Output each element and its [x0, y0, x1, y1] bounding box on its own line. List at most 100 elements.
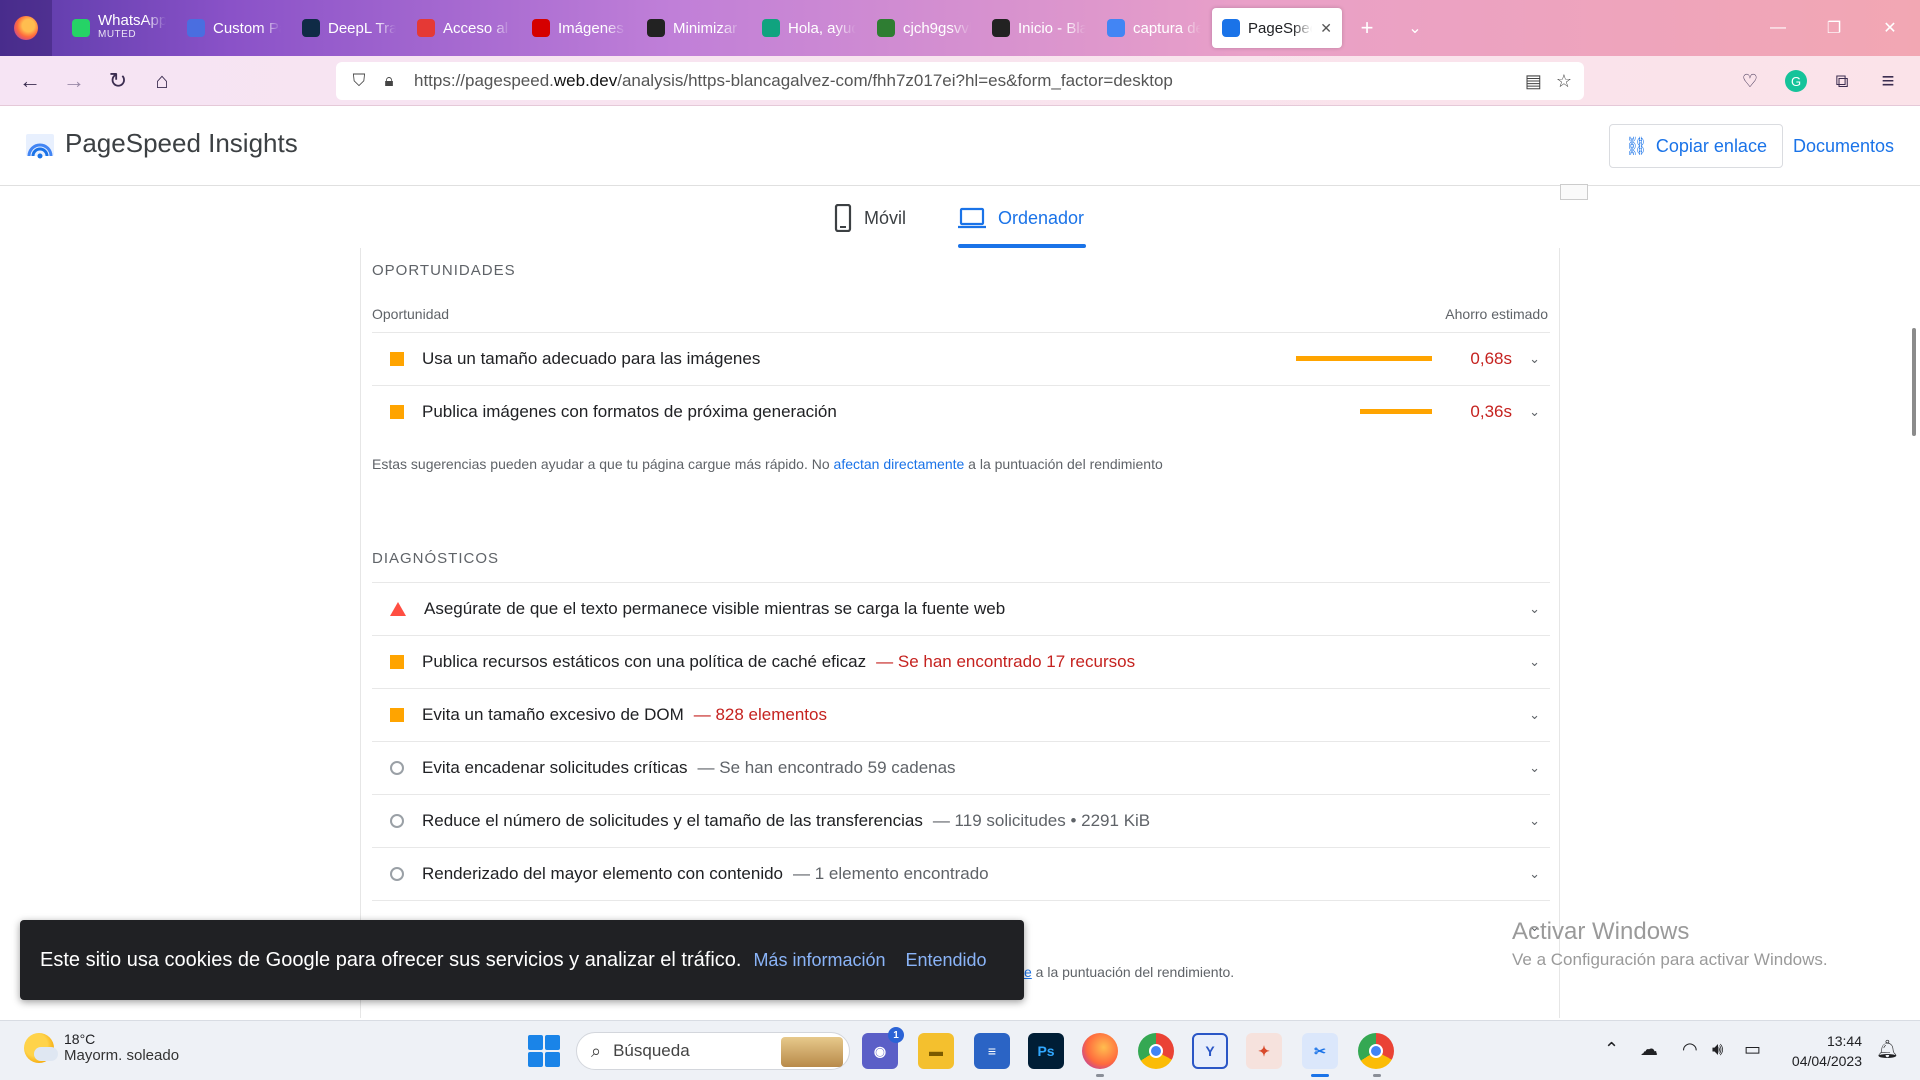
link-icon: ⛓	[1625, 135, 1648, 156]
browser-tab-title: Custom Pain	[213, 20, 281, 37]
close-tab-icon[interactable]: ✕	[1320, 20, 1332, 37]
close-window-button[interactable]: ✕	[1862, 0, 1918, 56]
chevron-down-icon[interactable]: ⌄	[1529, 654, 1540, 670]
search-placeholder: Búsqueda	[613, 1041, 690, 1060]
browser-tab-title: DeepL Transl	[328, 20, 396, 37]
cookie-accept-button[interactable]: Entendido	[905, 950, 986, 971]
app-menu-icon[interactable]: ≡	[1868, 63, 1908, 99]
browser-tab[interactable]: captura de p	[1097, 8, 1211, 48]
browser-tab-label: Custom Pain	[213, 19, 281, 37]
volume-icon[interactable]: 🔊︎	[1712, 1039, 1723, 1060]
system-clock[interactable]: 13:44 04/04/2023	[1776, 1031, 1862, 1071]
diagnostic-row[interactable]: Evita encadenar solicitudes críticas — Se…	[372, 741, 1550, 793]
file-explorer-icon[interactable]: ▬	[918, 1033, 954, 1069]
extensions-icon[interactable]: ⧉	[1822, 63, 1862, 99]
browser-tab[interactable]: WhatsApp MUTED	[62, 8, 176, 48]
browser-tab[interactable]: Minimizar | V	[637, 8, 751, 48]
home-button[interactable]: ⌂	[140, 63, 184, 99]
diagnostic-row[interactable]: Evita un tamaño excesivo de DOM — 828 ele…	[372, 688, 1550, 740]
chevron-down-icon[interactable]: ⌄	[1529, 351, 1540, 367]
restore-window-button[interactable]: ❐	[1806, 0, 1862, 56]
note-text-before: Estas sugerencias pueden ayudar a que tu…	[372, 456, 834, 472]
lock-icon[interactable]: 🔒︎	[374, 71, 404, 91]
url-bar[interactable]: ⛉ 🔒︎ https://pagespeed.web.dev/analysis/…	[336, 62, 1584, 100]
resize-handle-icon[interactable]	[1560, 184, 1588, 200]
chrome-icon[interactable]	[1138, 1033, 1174, 1069]
browser-tab[interactable]: DeepL Transl	[292, 8, 406, 48]
onedrive-cloud-icon[interactable]: ☁	[1640, 1039, 1658, 1060]
browser-tab-label: Hola, ayuda!	[788, 19, 856, 37]
browser-tab[interactable]: cjch9gsvvk's	[867, 8, 981, 48]
browser-tab[interactable]: Imágenes op	[522, 8, 636, 48]
chevron-down-icon[interactable]: ⌄	[1529, 404, 1540, 420]
google-icon	[1107, 19, 1125, 37]
chevron-down-icon[interactable]: ⌄	[1529, 866, 1540, 882]
browser-tab[interactable]: Hola, ayuda!	[752, 8, 866, 48]
url-text[interactable]: https://pagespeed.web.dev/analysis/https…	[414, 71, 1173, 91]
show-hidden-icons-chevron-icon[interactable]: ⌃	[1604, 1039, 1619, 1060]
firefox-taskbar-icon[interactable]	[1082, 1033, 1118, 1069]
average-square-icon	[390, 707, 404, 722]
new-tab-button[interactable]: +	[1343, 8, 1391, 48]
chrome-profile-icon[interactable]	[1358, 1033, 1394, 1069]
puzzle-icon	[877, 19, 895, 37]
chevron-down-icon[interactable]: ⌄	[1529, 813, 1540, 829]
browser-tab-label: Imágenes op	[558, 19, 626, 37]
notifications-bell-icon[interactable]: 🔔︎	[1876, 1039, 1899, 1060]
diagnostic-row[interactable]: Reduce el número de solicitudes y el tam…	[372, 794, 1550, 846]
yoast-icon[interactable]: Y	[1192, 1033, 1228, 1069]
fail-triangle-icon	[390, 601, 406, 616]
browser-tab-title: WhatsApp MUTED	[98, 14, 166, 42]
pagespeed-logo-icon[interactable]	[24, 130, 56, 162]
firefox-menu[interactable]	[0, 0, 52, 56]
chevron-down-icon[interactable]: ⌄	[1529, 707, 1540, 723]
note-link[interactable]: afectan directamente	[834, 456, 965, 472]
back-button[interactable]: ←	[8, 63, 52, 99]
opportunity-row[interactable]: Usa un tamaño adecuado para las imágenes…	[372, 332, 1550, 384]
teams-chat-icon[interactable]: ◉ 1	[862, 1027, 904, 1069]
browser-tab[interactable]: PageSpee ✕	[1212, 8, 1342, 48]
diagnostic-label: Evita un tamaño excesivo de DOM	[422, 704, 684, 724]
photoshop-icon[interactable]: Ps	[1028, 1033, 1064, 1069]
list-tabs-button[interactable]: ⌄	[1391, 8, 1439, 48]
wifi-icon[interactable]: ◠	[1682, 1039, 1698, 1060]
snipping-tool-icon[interactable]: ✂	[1302, 1033, 1338, 1069]
documentation-link[interactable]: Documentos	[1793, 136, 1894, 157]
tab-mobile[interactable]: Móvil	[834, 198, 906, 238]
diagnostic-row[interactable]: Renderizado del mayor elemento con conte…	[372, 847, 1550, 899]
game-app-icon[interactable]: ✦	[1246, 1033, 1282, 1069]
diagnostics-note-link[interactable]: e	[1024, 964, 1032, 980]
weather-widget[interactable]: 18°C Mayorm. soleado	[24, 1031, 179, 1064]
pocket-icon[interactable]: ♡	[1730, 63, 1770, 99]
tab-desktop[interactable]: Ordenador	[958, 198, 1084, 238]
chevron-down-icon[interactable]: ⌄	[1529, 601, 1540, 617]
diagnostic-row[interactable]: Asegúrate de que el texto permanece visi…	[372, 582, 1550, 634]
activate-windows-subtitle: Ve a Configuración para activar Windows.	[1512, 950, 1828, 969]
minimize-window-button[interactable]: —	[1750, 0, 1806, 56]
reload-button[interactable]: ↻	[96, 63, 140, 99]
diagnostic-detail: — Se han encontrado 59 cadenas	[697, 757, 956, 777]
copy-link-button[interactable]: ⛓ Copiar enlace	[1609, 124, 1783, 168]
browser-tab[interactable]: Acceso al fo	[407, 8, 521, 48]
browser-tab[interactable]: Custom Pain	[177, 8, 291, 48]
browser-tab-title: Imágenes op	[558, 20, 626, 37]
forward-button[interactable]: →	[52, 63, 96, 99]
grammarly-icon[interactable]: G	[1776, 63, 1816, 99]
tracking-shield-icon[interactable]: ⛉	[344, 71, 374, 91]
cookie-more-info-link[interactable]: Más información	[753, 950, 885, 971]
windows-start-icon[interactable]	[528, 1035, 560, 1067]
reader-view-icon[interactable]: ▤	[1525, 71, 1542, 92]
diagnostic-label: Renderizado del mayor elemento con conte…	[422, 863, 784, 883]
bookmark-star-icon[interactable]: ☆	[1556, 71, 1572, 92]
chevron-down-icon[interactable]: ⌄	[1529, 760, 1540, 776]
page-title[interactable]: PageSpeed Insights	[65, 128, 298, 159]
diagnostic-detail: — Se han encontrado 17 recursos	[876, 651, 1136, 671]
taskbar-search-input[interactable]: ⌕ Búsqueda	[576, 1032, 850, 1070]
opportunity-row[interactable]: Publica imágenes con formatos de próxima…	[372, 385, 1550, 437]
word-document-icon[interactable]: ≡	[974, 1033, 1010, 1069]
battery-icon[interactable]: ▭	[1744, 1039, 1761, 1060]
saving-bar	[1296, 356, 1432, 361]
browser-tab[interactable]: Inicio - Blanc	[982, 8, 1096, 48]
diagnostic-row[interactable]: Publica recursos estáticos con una polít…	[372, 635, 1550, 687]
page-scrollbar[interactable]	[1912, 328, 1916, 436]
